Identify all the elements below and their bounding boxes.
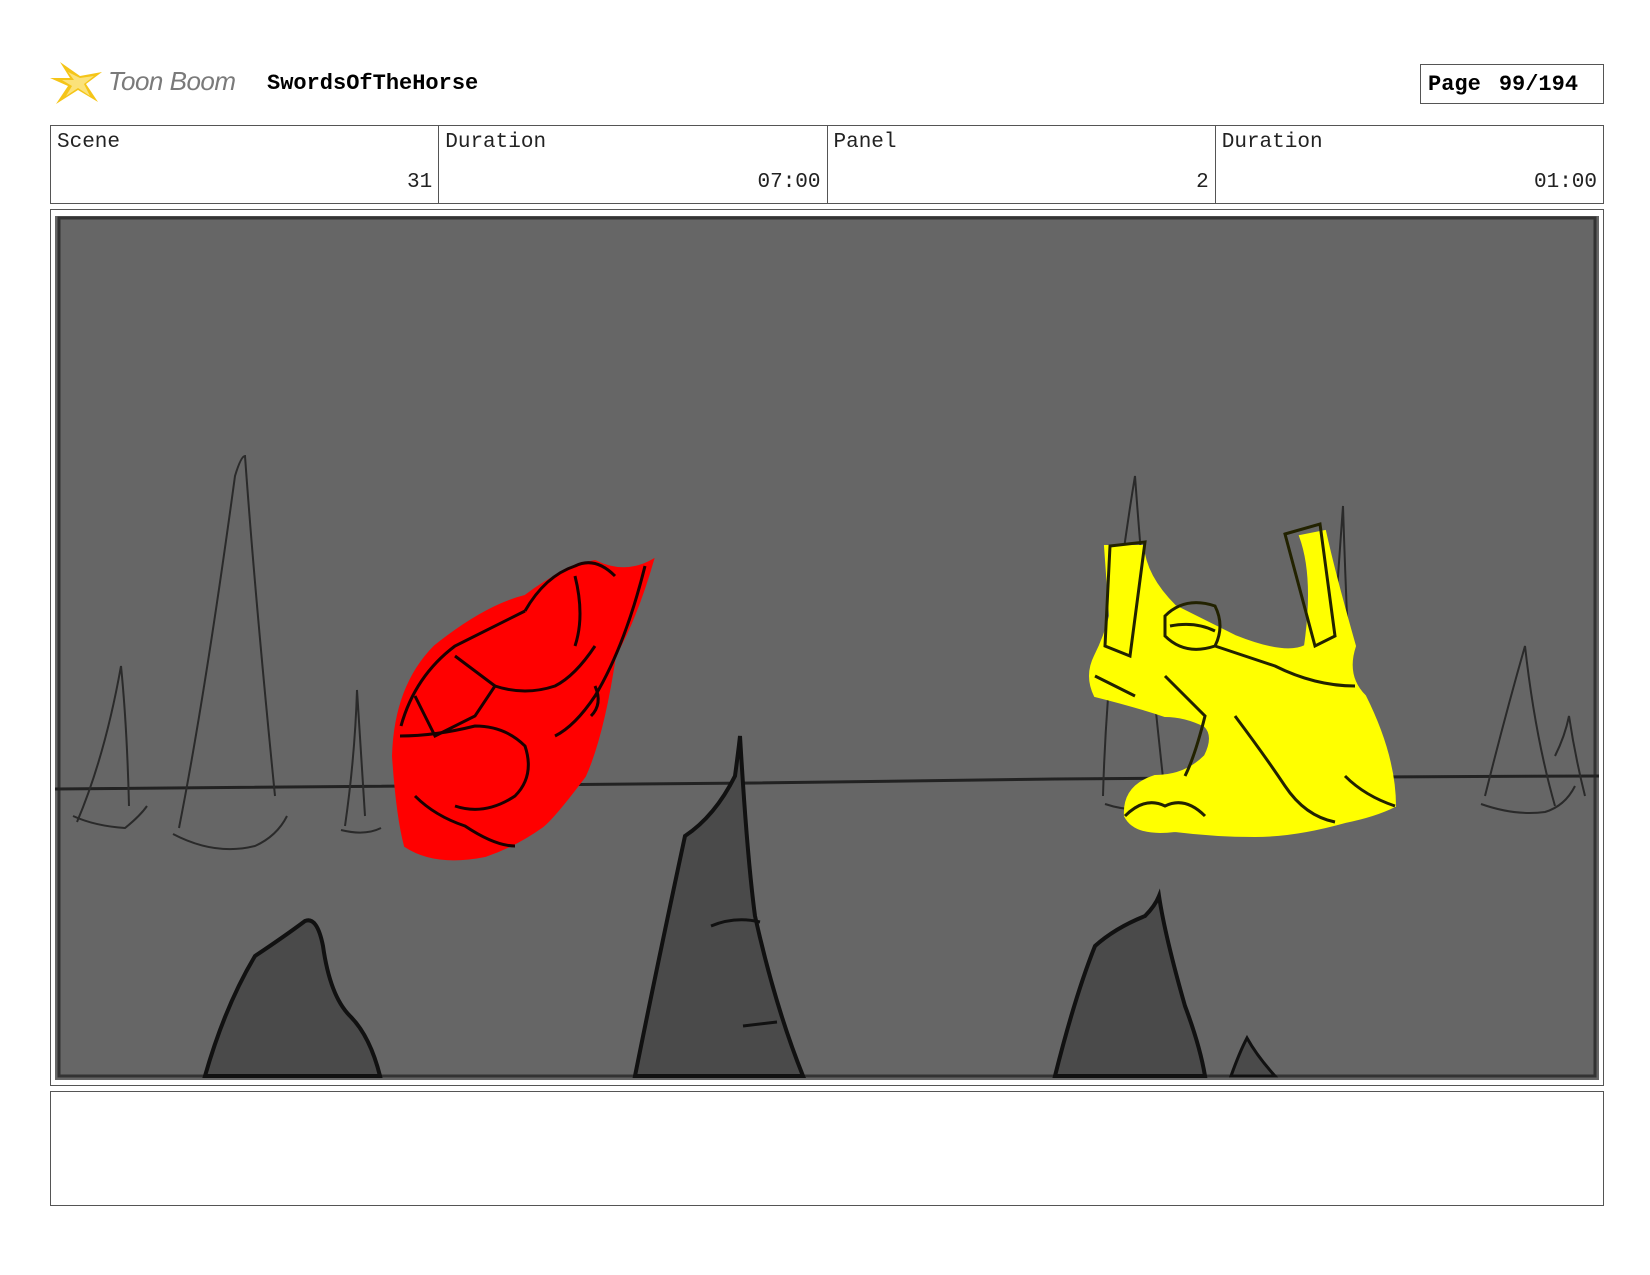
panel-drawing (55, 216, 1599, 1080)
storyboard-panel (50, 209, 1604, 1086)
panel-cell: Panel 2 (828, 126, 1216, 203)
scene-duration-cell: Duration 07:00 (439, 126, 828, 203)
scene-info-table: Scene 31 Duration 07:00 Panel 2 Duration… (50, 125, 1604, 204)
scene-value: 31 (407, 171, 433, 194)
panel-notes (50, 1091, 1604, 1206)
panel-label: Panel (833, 131, 897, 154)
panel-value: 2 (1196, 171, 1209, 194)
page-indicator: Page 99/194 (1420, 64, 1604, 104)
scene-duration-label: Duration (445, 131, 547, 154)
panel-duration-value: 01:00 (1533, 171, 1597, 194)
page-header: Toon Boom SwordsOfTheHorse Page 99/194 (50, 58, 1604, 108)
scene-duration-value: 07:00 (757, 171, 821, 194)
logo-text: Toon Boom (108, 66, 236, 96)
panel-duration-cell: Duration 01:00 (1216, 126, 1603, 203)
page-label: Page (1428, 71, 1481, 97)
project-title: SwordsOfTheHorse (267, 71, 479, 96)
storyboard-sketch (55, 216, 1599, 1078)
red-character (391, 557, 655, 861)
scene-label: Scene (57, 131, 121, 154)
page-number: 99/194 (1498, 71, 1579, 97)
yellow-character (1089, 522, 1397, 838)
panel-duration-label: Duration (1221, 131, 1323, 154)
toon-boom-logo: Toon Boom (50, 58, 250, 108)
starburst-icon (50, 62, 102, 104)
background-spires-left (72, 454, 382, 851)
scene-cell: Scene 31 (51, 126, 440, 203)
